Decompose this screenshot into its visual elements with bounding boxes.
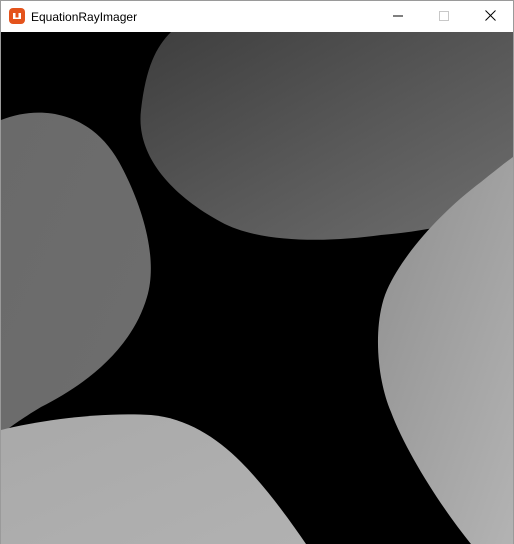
maximize-button[interactable] [421, 1, 467, 32]
close-button[interactable] [467, 1, 513, 32]
close-icon [484, 8, 496, 26]
rendered-scene [1, 32, 513, 544]
app-window: EquationRayImager [0, 0, 514, 544]
title-bar[interactable]: EquationRayImager [1, 1, 513, 32]
maximize-icon [439, 8, 449, 26]
window-title: EquationRayImager [31, 10, 138, 24]
render-viewport[interactable] [1, 32, 513, 544]
minimize-icon [393, 8, 403, 26]
minimize-button[interactable] [375, 1, 421, 32]
monogame-app-icon [9, 8, 25, 24]
